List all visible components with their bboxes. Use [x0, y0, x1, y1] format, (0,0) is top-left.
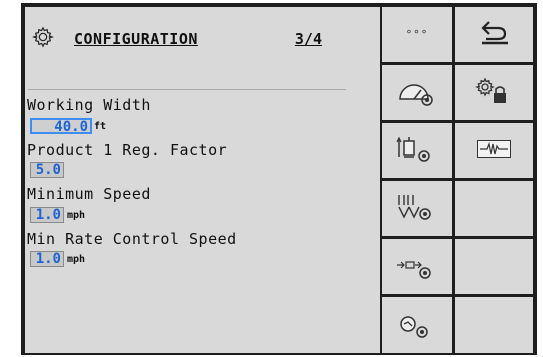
minimum-speed-field[interactable]: 1.0: [30, 207, 64, 223]
product-1-reg-factor-label: Product 1 Reg. Factor: [27, 141, 228, 159]
page-title: CONFIGURATION: [74, 30, 198, 48]
page-header: CONFIGURATION 3/4: [32, 26, 322, 54]
spinner-settings-button[interactable]: [382, 123, 452, 178]
diagnostics-button[interactable]: [455, 123, 533, 178]
page-indicator: 3/4: [294, 30, 322, 48]
empty-softkey-2: [455, 239, 533, 294]
main-panel: [25, 7, 380, 353]
empty-softkey-3: [455, 297, 533, 353]
working-width-unit: ft: [94, 121, 107, 132]
seed-row-settings-icon: [398, 195, 431, 220]
working-width-label: Working Width: [27, 96, 151, 114]
min-rate-control-speed-field[interactable]: 1.0: [30, 251, 64, 267]
speed-sensor-settings-icon: [400, 316, 428, 338]
product-1-reg-factor-field[interactable]: 5.0: [30, 162, 64, 178]
min-rate-control-speed-unit: mph: [67, 254, 86, 265]
speed-sensor-settings-button[interactable]: [382, 297, 452, 353]
gauge-settings-button[interactable]: [382, 65, 452, 120]
gauge-settings-icon: [399, 84, 433, 106]
back-icon: [481, 21, 508, 45]
locked-settings-icon: [475, 77, 506, 103]
seed-row-settings-button[interactable]: [382, 181, 452, 236]
locked-settings-button[interactable]: [455, 65, 533, 120]
spinner-settings-icon: [396, 136, 430, 162]
diagnostics-waveform-icon: [477, 140, 511, 158]
gear-icon: [32, 26, 54, 48]
more-button[interactable]: ∘∘∘: [382, 7, 452, 62]
header-divider: [28, 89, 346, 90]
more-icon: ∘∘∘: [405, 25, 429, 38]
minimum-speed-label: Minimum Speed: [27, 185, 151, 203]
working-width-field[interactable]: 40.0: [30, 118, 92, 134]
back-button[interactable]: [455, 7, 533, 62]
min-rate-control-speed-label: Min Rate Control Speed: [27, 230, 237, 248]
empty-softkey-1: [455, 181, 533, 236]
minimum-speed-unit: mph: [67, 210, 86, 221]
sensor-settings-icon: [397, 261, 431, 279]
sensor-settings-button[interactable]: [382, 239, 452, 294]
